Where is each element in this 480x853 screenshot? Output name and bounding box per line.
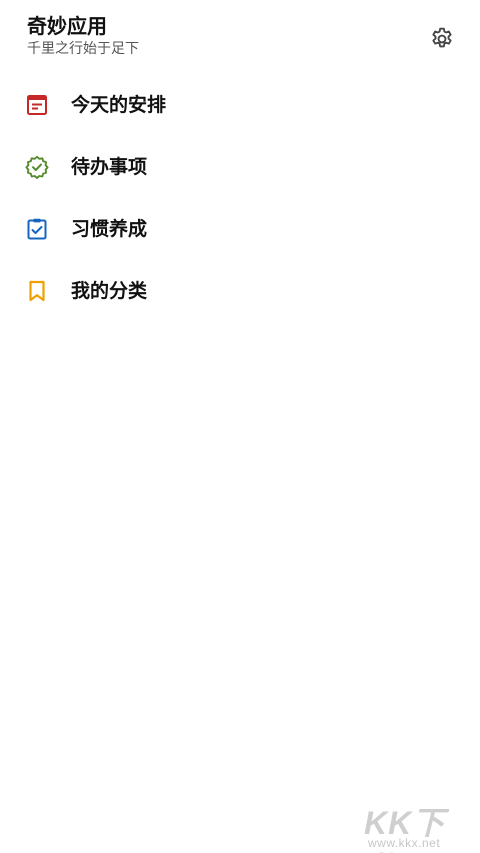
menu-item-label: 待办事项 xyxy=(71,156,148,178)
app-subtitle: 千里之行始于足下 xyxy=(27,41,139,57)
menu-item-today-schedule[interactable]: 今天的安排 xyxy=(0,74,480,136)
watermark: KK下载 www.kkx.net xyxy=(360,798,476,853)
clipboard-check-icon xyxy=(25,217,49,241)
settings-button[interactable] xyxy=(425,22,459,56)
verified-badge-icon xyxy=(25,155,49,179)
calendar-list-icon xyxy=(25,93,49,117)
menu-item-label: 今天的安排 xyxy=(71,94,167,116)
menu-item-label: 我的分类 xyxy=(71,280,148,302)
menu-item-label: 习惯养成 xyxy=(71,218,148,240)
gear-icon xyxy=(432,27,452,48)
watermark-url: www.kkx.net xyxy=(368,836,441,850)
app-title: 奇妙应用 xyxy=(27,14,107,38)
app-header: 奇妙应用 千里之行始于足下 xyxy=(0,0,480,70)
menu-item-category[interactable]: 我的分类 xyxy=(0,260,480,322)
bookmark-icon xyxy=(25,279,49,303)
menu-item-habit[interactable]: 习惯养成 xyxy=(0,198,480,260)
menu-item-todo[interactable]: 待办事项 xyxy=(0,136,480,198)
main-menu: 今天的安排 待办事项 习惯养成 我的分类 xyxy=(0,74,480,322)
